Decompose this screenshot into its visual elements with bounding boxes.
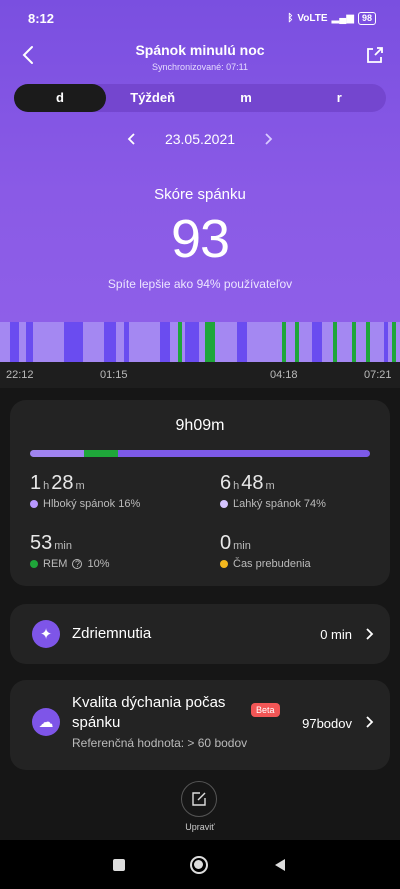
timeline-stage-rem — [366, 322, 370, 362]
timeline-stage-rem — [282, 322, 286, 362]
nap-row[interactable]: ✦ Zdriemnutia 0 min — [10, 604, 390, 664]
bluetooth-icon: ᛒ — [287, 12, 294, 24]
timeline-label: 01:15 — [100, 369, 128, 381]
period-tabs: d Týždeň m r — [14, 84, 386, 112]
sleep-timeline[interactable] — [0, 322, 400, 362]
status-icons: ᛒ VoLTE ▂▄▆ 98 — [287, 11, 376, 25]
recents-icon[interactable] — [112, 858, 125, 871]
network-label: VoLTE — [297, 12, 328, 24]
timeline-stage-deep — [384, 322, 388, 362]
timeline-axis: 22:12 01:15 04:18 07:21 — [0, 362, 400, 388]
timeline-stage-deep — [237, 322, 247, 362]
sleep-score: 93 — [170, 209, 230, 269]
breathing-title-line1: Kvalita dýchania počas — [72, 694, 226, 711]
sleep-stage-bar — [30, 450, 370, 457]
tab-month[interactable]: m — [199, 84, 292, 112]
share-icon[interactable] — [364, 44, 386, 66]
nap-value: 0 min — [320, 627, 352, 642]
breathing-icon: ☁ — [32, 708, 60, 736]
top-header: Spánok minulú noc Synchronizované: 07:11 — [0, 36, 400, 76]
timeline-label: 22:12 — [6, 369, 34, 381]
deep-sleep-stat: 1 h 28 m Hlboký spánok 16% — [30, 472, 141, 510]
stage-bar-segment — [30, 450, 85, 457]
date-selector: 23.05.2021 — [0, 128, 400, 150]
tab-day[interactable]: d — [14, 84, 106, 112]
light-sleep-stat: 6 h 48 m Ľahký spánok 74% — [220, 472, 326, 510]
stage-bar-segment — [84, 450, 119, 457]
sleep-summary-card: 9h09m 1 h 28 m Hlboký spánok 16% 6 h 48 m Ľahk… — [10, 400, 390, 586]
status-time: 8:12 — [28, 10, 55, 26]
chevron-right-icon — [366, 628, 374, 640]
status-bar: 8:12 ᛒ VoLTE ▂▄▆ 98 — [0, 0, 400, 36]
timeline-stage-deep — [185, 322, 199, 362]
awake-stat: 0 min Čas prebudenia — [220, 532, 311, 570]
battery-icon: 98 — [357, 11, 376, 25]
home-icon[interactable] — [189, 855, 208, 874]
breathing-title-line2: spánku — [72, 714, 121, 731]
timeline-stage-deep — [26, 322, 33, 362]
breathing-value: 97bodov — [302, 716, 352, 731]
chevron-left-icon[interactable] — [127, 132, 137, 146]
current-date: 23.05.2021 — [164, 131, 236, 147]
timeline-stage-rem — [392, 322, 396, 362]
rem-stat: 53 min REM? 10% — [30, 532, 110, 570]
light-dot-icon — [220, 500, 228, 508]
total-sleep: 9h09m — [175, 417, 225, 434]
system-navbar — [0, 840, 400, 889]
timeline-stage-deep — [104, 322, 116, 362]
tab-week[interactable]: Týždeň — [106, 84, 199, 112]
edit-icon — [192, 792, 206, 806]
chevron-right-icon[interactable] — [263, 132, 273, 146]
breathing-quality-row[interactable]: ☁ Kvalita dýchania počas spánku Beta 97b… — [10, 680, 390, 770]
tab-year[interactable]: r — [293, 84, 386, 112]
chevron-right-icon — [366, 716, 374, 728]
stage-bar-segment — [118, 450, 370, 457]
edit-button[interactable] — [181, 781, 217, 817]
signal-icon: ▂▄▆ — [331, 12, 354, 24]
timeline-stage-deep — [64, 322, 83, 362]
timeline-stage-deep — [312, 322, 322, 362]
breathing-reference: Referenčná hodnota: > 60 bodov — [72, 736, 248, 750]
timeline-stage-deep — [160, 322, 170, 362]
timeline-label: 04:18 — [270, 369, 298, 381]
rem-dot-icon — [30, 560, 38, 568]
beta-badge: Beta — [251, 703, 280, 717]
deep-dot-icon — [30, 500, 38, 508]
page-title: Spánok minulú noc — [135, 42, 265, 58]
sparkle-icon: ✦ — [32, 620, 60, 648]
sync-status: Synchronizované: 07:11 — [152, 62, 248, 72]
timeline-stage-rem — [178, 322, 182, 362]
timeline-stage-rem — [205, 322, 215, 362]
header-background: 8:12 ᛒ VoLTE ▂▄▆ 98 Spánok minulú noc Sy… — [0, 0, 400, 322]
timeline-stage-deep — [124, 322, 129, 362]
score-description: Spíte lepšie ako 94% používateľov — [107, 277, 293, 291]
score-label: Skóre spánku — [154, 186, 246, 203]
back-nav-icon[interactable] — [273, 858, 287, 872]
nap-title: Zdriemnutia — [72, 625, 152, 642]
info-icon[interactable]: ? — [72, 559, 83, 569]
timeline-stage-rem — [333, 322, 337, 362]
awake-dot-icon — [220, 560, 228, 568]
timeline-label: 07:21 — [364, 369, 392, 381]
timeline-stage-rem — [352, 322, 356, 362]
edit-label: Upraviť — [185, 822, 215, 832]
timeline-stage-deep — [10, 322, 19, 362]
timeline-stage-rem — [295, 322, 299, 362]
